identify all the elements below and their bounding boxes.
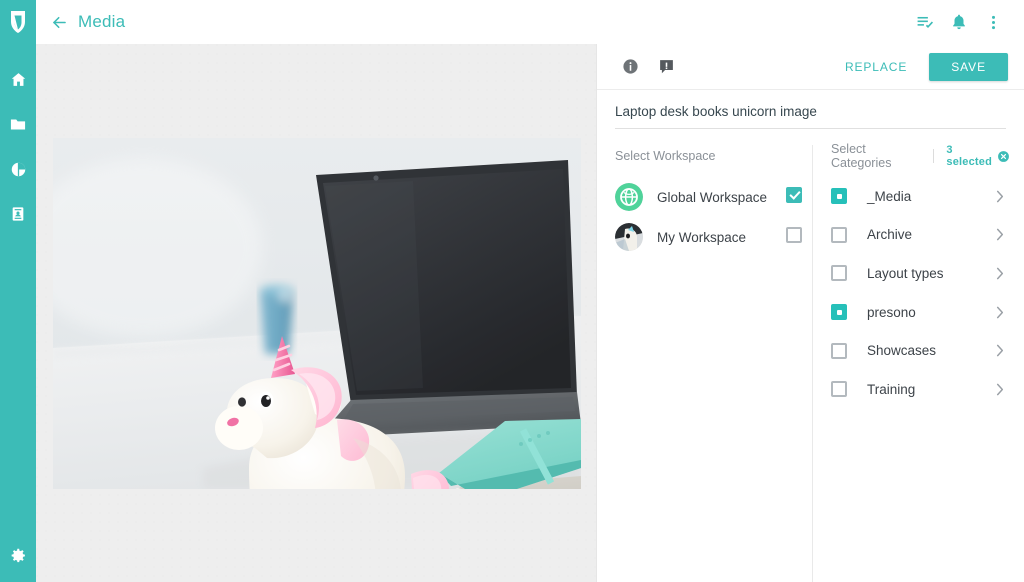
save-button[interactable]: SAVE — [929, 52, 1008, 81]
top-bar: Media — [36, 0, 1024, 44]
categories-heading-label: Select Categories — [831, 142, 892, 170]
category-row-layout-types[interactable]: Layout types — [831, 254, 1010, 293]
checkbox-indeterminate-icon[interactable] — [831, 188, 847, 205]
workspace-label: My Workspace — [657, 229, 747, 245]
media-canvas — [36, 44, 596, 582]
info-circle-icon — [622, 59, 638, 74]
back-button[interactable] — [46, 9, 72, 35]
chevron-right-icon — [996, 344, 1004, 357]
page-title: Media — [78, 12, 126, 31]
details-tab[interactable] — [615, 52, 645, 82]
panel-columns: Select Workspace Global Workspace My Wor… — [597, 129, 1024, 582]
workspace-row-my[interactable]: My Workspace — [615, 217, 802, 257]
category-expand-button[interactable] — [996, 267, 1010, 280]
chevron-right-icon — [996, 229, 1004, 241]
sidebar-item-contacts[interactable] — [0, 203, 36, 225]
category-expand-button[interactable] — [996, 306, 1010, 319]
chevron-right-icon — [996, 267, 1004, 280]
gear-icon — [11, 548, 25, 562]
categories-heading: Select Categories 3 selected — [831, 142, 1010, 170]
category-expand-button[interactable] — [996, 344, 1010, 357]
workspace-heading: Select Workspace — [615, 145, 802, 167]
file-name-row — [597, 90, 1024, 129]
media-preview[interactable] — [53, 138, 581, 489]
pie-chart-icon — [11, 162, 25, 176]
more-vertical-icon — [991, 15, 995, 29]
replace-button[interactable]: REPLACE — [835, 52, 917, 82]
workspace-area: REPLACE SAVE Select Workspace — [36, 44, 1024, 582]
comment-alert-icon — [659, 60, 673, 74]
checkbox-unchecked-icon — [786, 226, 802, 243]
sidebar-item-analytics[interactable] — [0, 158, 36, 180]
workspace-checkbox-my[interactable] — [786, 226, 802, 248]
category-label: _Media — [867, 188, 912, 204]
close-circle-icon — [998, 150, 1009, 162]
category-label: Training — [867, 381, 916, 397]
panel-header: REPLACE SAVE — [597, 44, 1024, 90]
globe-avatar — [615, 183, 643, 211]
category-expand-button[interactable] — [996, 383, 1010, 396]
category-label: Showcases — [867, 343, 937, 359]
category-label: Layout types — [867, 265, 944, 281]
heading-divider — [933, 149, 935, 163]
category-row-media[interactable]: _Media — [831, 177, 1010, 216]
category-row-training[interactable]: Training — [831, 370, 1010, 409]
workspace-column: Select Workspace Global Workspace My Wor… — [597, 145, 812, 582]
checkbox-unchecked-icon[interactable] — [831, 265, 847, 282]
category-row-presono[interactable]: presono — [831, 293, 1010, 332]
photo-avatar — [615, 223, 643, 251]
folder-icon — [10, 119, 26, 129]
category-label: Archive — [867, 227, 913, 243]
checkbox-unchecked-icon[interactable] — [831, 226, 847, 243]
workspace-checkbox-global[interactable] — [786, 186, 802, 208]
category-row-archive[interactable]: Archive — [831, 216, 1010, 255]
selected-count-badge: 3 selected — [946, 144, 993, 168]
workspace-row-global[interactable]: Global Workspace — [615, 177, 802, 217]
category-expand-button[interactable] — [996, 228, 1010, 241]
app-logo-icon — [11, 11, 25, 33]
sidebar-item-home[interactable] — [0, 68, 36, 90]
playlist-check-icon — [917, 16, 933, 28]
workspace-label: Global Workspace — [657, 189, 768, 205]
chevron-right-icon — [996, 190, 1004, 203]
checkbox-unchecked-icon[interactable] — [831, 381, 847, 398]
contact-card-icon — [12, 207, 24, 221]
comments-tab[interactable] — [651, 52, 681, 82]
chevron-right-icon — [996, 383, 1004, 396]
checkbox-indeterminate-icon[interactable] — [831, 304, 847, 321]
notifications-button[interactable] — [942, 7, 976, 37]
category-row-showcases[interactable]: Showcases — [831, 331, 1010, 370]
more-options-button[interactable] — [976, 7, 1010, 37]
app-logo[interactable] — [0, 0, 36, 44]
categories-column: Select Categories 3 selected _Media Arch… — [812, 142, 1024, 582]
category-label: presono — [867, 304, 916, 320]
checkbox-unchecked-icon[interactable] — [831, 342, 847, 359]
arrow-left-icon — [52, 16, 66, 28]
home-icon — [11, 72, 25, 86]
app-root: Media REPLACE SAVE Laptop desk books uni… — [0, 0, 1024, 582]
sidebar-item-files[interactable] — [0, 113, 36, 135]
rail-item-list — [0, 68, 36, 225]
bell-icon — [953, 14, 965, 30]
chevron-right-icon — [996, 306, 1004, 318]
file-name-input[interactable] — [615, 102, 1006, 129]
left-nav-rail — [0, 0, 36, 582]
clear-selection-button[interactable] — [997, 150, 1010, 163]
workspace-heading-label: Select Workspace — [615, 149, 716, 163]
laptop-desk-books-unicorn-photo — [53, 138, 581, 489]
main-column: Media REPLACE SAVE Laptop desk books uni… — [36, 0, 1024, 582]
sidebar-item-settings[interactable] — [0, 544, 36, 566]
category-expand-button[interactable] — [996, 190, 1010, 203]
photo-avatar-icon — [615, 223, 643, 251]
checkbox-checked-icon — [786, 186, 802, 203]
tasks-button[interactable] — [908, 7, 942, 37]
globe-avatar-icon — [615, 183, 643, 211]
details-panel: REPLACE SAVE Select Workspace — [596, 44, 1024, 582]
